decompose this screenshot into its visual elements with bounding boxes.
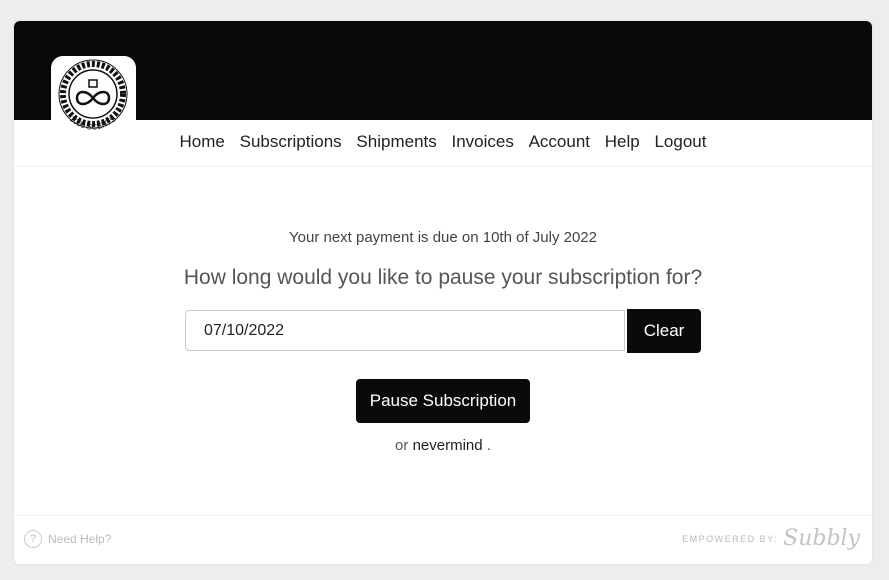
clear-button[interactable]: Clear — [627, 309, 701, 353]
main-nav: Home Subscriptions Shipments Invoices Ac… — [14, 132, 872, 152]
nav-home[interactable]: Home — [180, 132, 225, 151]
header-banner — [14, 21, 872, 120]
nevermind-link[interactable]: nevermind — [413, 437, 483, 454]
nav-account[interactable]: Account — [529, 132, 590, 151]
powered-by[interactable]: EMPOWERED BY: Subbly — [682, 526, 860, 551]
need-help-link[interactable]: ? Need Help? — [24, 530, 111, 548]
period-text: . — [486, 437, 491, 454]
footer-divider — [14, 515, 872, 516]
next-payment-text: Your next payment is due on 10th of July… — [289, 229, 597, 246]
logo-emblem-icon: 1000 SCENTS — [58, 59, 128, 132]
nav-shipments[interactable]: Shipments — [356, 132, 436, 151]
nav-invoices[interactable]: Invoices — [451, 132, 513, 151]
nevermind-line: or nevermind . — [14, 437, 872, 454]
brand-logo[interactable]: 1000 SCENTS — [51, 56, 136, 141]
nav-subscriptions[interactable]: Subscriptions — [240, 132, 342, 151]
question-bubble-icon: ? — [24, 530, 42, 548]
portal-card: 1000 SCENTS Home Subscriptions Shipments… — [14, 21, 872, 564]
need-help-label: Need Help? — [48, 532, 112, 546]
subbly-logo: Subbly — [783, 526, 860, 551]
or-text: or — [395, 437, 409, 454]
nav-help[interactable]: Help — [605, 132, 640, 151]
pause-question: How long would you like to pause your su… — [183, 266, 703, 289]
svg-text:1000 SCENTS: 1000 SCENTS — [68, 114, 118, 131]
pause-subscription-button[interactable]: Pause Subscription — [356, 379, 530, 423]
nav-divider — [14, 166, 872, 167]
powered-by-label: EMPOWERED BY: — [682, 533, 779, 544]
nav-logout[interactable]: Logout — [654, 132, 706, 151]
pause-date-input[interactable] — [185, 310, 625, 351]
